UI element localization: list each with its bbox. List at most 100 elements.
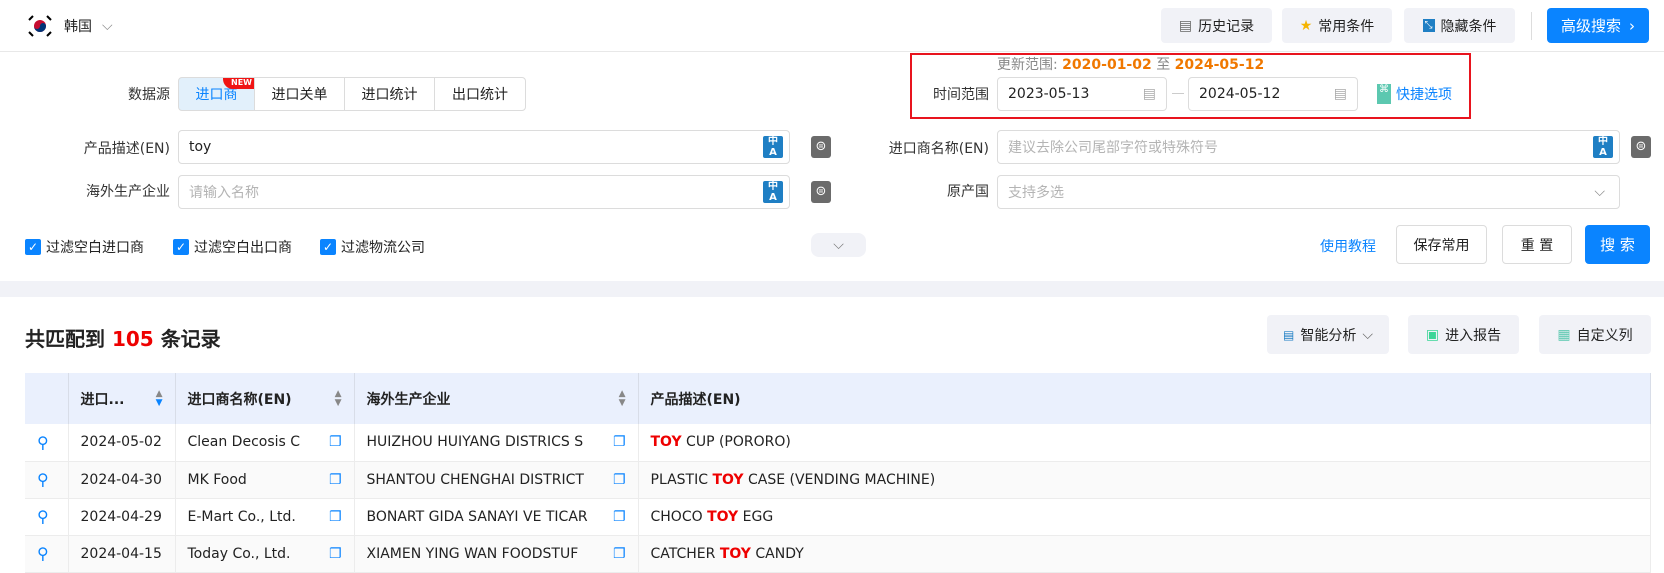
sort-icon[interactable]: ▲ ▼ xyxy=(156,389,163,408)
header-label: 海外生产企业 xyxy=(366,391,451,408)
tab-importer[interactable]: 进口商 NEW xyxy=(178,77,255,111)
search-icon[interactable]: ⚲ xyxy=(37,433,49,452)
quick-options-link[interactable]: ⌘ 快捷选项 xyxy=(1377,84,1452,104)
header-label: 进口... xyxy=(80,391,125,408)
hide-conditions-button[interactable]: ⤡ 隐藏条件 xyxy=(1404,8,1515,43)
report-icon: ▣ xyxy=(1425,326,1440,343)
product-desc-value: toy xyxy=(189,139,212,155)
overseas-name[interactable]: SHANTOU CHENGHAI DISTRICT xyxy=(367,472,584,488)
tab-label: 进口关单 xyxy=(271,87,328,103)
tab-import-customs[interactable]: 进口关单 xyxy=(254,77,345,111)
desc-cell: PLASTIC TOY CASE (VENDING MACHINE) xyxy=(638,461,1651,499)
tab-import-stats[interactable]: 进口统计 xyxy=(344,77,435,111)
chevron-right-icon: › xyxy=(1629,16,1635,35)
importer-name[interactable]: MK Food xyxy=(188,472,247,488)
copy-icon[interactable]: ❐ xyxy=(329,472,342,488)
translate-icon[interactable]: 中A xyxy=(1593,136,1613,158)
tutorial-link[interactable]: 使用教程 xyxy=(1320,236,1376,256)
header-date[interactable]: 进口... ▲ ▼ xyxy=(68,373,176,424)
start-date-input[interactable]: 2023-05-13 ▤ xyxy=(997,77,1167,111)
datasource-label: 数据源 xyxy=(128,87,170,103)
new-badge: NEW xyxy=(223,78,254,89)
reset-button[interactable]: 重 置 xyxy=(1502,225,1572,264)
translate-icon[interactable]: 中A xyxy=(763,181,783,203)
row-detail-cell: ⚲ xyxy=(25,461,69,499)
korea-flag-icon xyxy=(28,15,52,37)
tab-label: 进口统计 xyxy=(361,87,418,103)
sort-icon[interactable]: ▲ ▼ xyxy=(335,389,342,408)
time-range-label: 时间范围 xyxy=(933,87,989,103)
search-mode-icon[interactable]: ⊜ xyxy=(1631,136,1651,158)
overseas-name[interactable]: BONART GIDA SANAYI VE TICAR xyxy=(367,509,588,525)
results-summary: 共匹配到 105 条记录 xyxy=(25,323,221,352)
importer-input[interactable]: 建议去除公司尾部字符或特殊符号 中 A xyxy=(997,130,1620,164)
top-bar: 韩国 ⌵ ▤ 历史记录 ★ 常用条件 ⤡ 隐藏条件 高级搜索 › xyxy=(0,0,1664,52)
calendar-icon: ▤ xyxy=(1142,86,1156,102)
importer-name[interactable]: E-Mart Co., Ltd. xyxy=(188,509,296,525)
table-row[interactable]: ⚲ 2024-04-29 E-Mart Co., Ltd. ❐ BONART GI… xyxy=(25,498,1651,536)
header-overseas[interactable]: 海外生产企业 ▲ ▼ xyxy=(354,373,639,424)
update-range-sep: 至 xyxy=(1156,57,1171,73)
desc-cell: TOY CUP (PORORO) xyxy=(638,424,1651,462)
columns-icon: ▦ xyxy=(1557,326,1571,343)
smart-analysis-button[interactable]: ▤ 智能分析 ⌵ xyxy=(1267,315,1389,354)
search-mode-icon[interactable]: ⊜ xyxy=(811,181,831,203)
table-row[interactable]: ⚲ 2024-05-02 Clean Decosis C ❐ HUIZHOU HU… xyxy=(25,424,1651,462)
importer-name[interactable]: Today Co., Ltd. xyxy=(188,546,291,562)
table-row[interactable]: ⚲ 2024-04-30 MK Food ❐ SHANTOU CHENGHAI D… xyxy=(25,461,1651,499)
importer-name[interactable]: Clean Decosis C xyxy=(188,434,301,450)
search-icon[interactable]: ⚲ xyxy=(37,544,49,563)
overseas-input[interactable]: 请输入名称 中 A xyxy=(178,175,790,209)
overseas-cell: BONART GIDA SANAYI VE TICAR ❐ xyxy=(354,498,639,536)
tab-export-stats[interactable]: 出口统计 xyxy=(434,77,526,111)
update-range-label: 更新范围: xyxy=(997,57,1058,73)
desc-text: CHOCO xyxy=(650,508,708,525)
origin-select[interactable]: 支持多选 ⌵ xyxy=(997,175,1620,209)
sort-icon[interactable]: ▲ ▼ xyxy=(619,389,626,408)
save-favorites-button[interactable]: 保存常用 xyxy=(1396,225,1487,264)
filter-logistics-checkbox[interactable]: ✓ 过滤物流公司 xyxy=(320,237,425,257)
chevron-down-icon: ⌵ xyxy=(833,237,844,253)
results-prefix: 共匹配到 xyxy=(25,327,105,351)
section-divider xyxy=(0,281,1664,297)
bi-icon: ▤ xyxy=(1283,327,1295,342)
search-button[interactable]: 搜 索 xyxy=(1585,225,1650,264)
copy-icon[interactable]: ❐ xyxy=(613,509,626,525)
report-button[interactable]: ▣ 进入报告 xyxy=(1408,315,1519,354)
table-header-row: 进口... ▲ ▼ 进口商名称(EN) ▲ ▼ 海外生产企业 ▲ ▼ 产品描述(EN) xyxy=(25,373,1651,424)
search-icon[interactable]: ⚲ xyxy=(37,507,49,526)
analysis-label: 智能分析 xyxy=(1300,327,1357,344)
table-row[interactable]: ⚲ 2024-04-15 Today Co., Ltd. ❐ XIAMEN YIN… xyxy=(25,535,1651,573)
end-date-input[interactable]: 2024-05-12 ▤ xyxy=(1188,77,1358,111)
search-mode-icon[interactable]: ⊜ xyxy=(811,136,831,158)
product-desc-input[interactable]: toy 中 A xyxy=(178,130,790,164)
search-icon[interactable]: ⚲ xyxy=(37,470,49,489)
filter-blank-importer-checkbox[interactable]: ✓ 过滤空白进口商 xyxy=(25,237,144,257)
importer-cell: E-Mart Co., Ltd. ❐ xyxy=(175,498,355,536)
country-selector[interactable]: 韩国 ⌵ xyxy=(64,16,113,36)
copy-icon[interactable]: ❐ xyxy=(329,546,342,562)
filter-blank-exporter-checkbox[interactable]: ✓ 过滤空白出口商 xyxy=(173,237,292,257)
header-label: 进口商名称(EN) xyxy=(187,391,292,408)
overseas-name[interactable]: HUIZHOU HUIYANG DISTRICS S xyxy=(367,434,584,450)
favorites-button[interactable]: ★ 常用条件 xyxy=(1282,8,1392,43)
copy-icon[interactable]: ❐ xyxy=(613,434,626,450)
copy-icon[interactable]: ❐ xyxy=(613,472,626,488)
copy-icon[interactable]: ❐ xyxy=(329,434,342,450)
advanced-search-label: 高级搜索 xyxy=(1560,17,1621,35)
header-importer[interactable]: 进口商名称(EN) ▲ ▼ xyxy=(175,373,355,424)
header-action xyxy=(25,373,69,424)
copy-icon[interactable]: ❐ xyxy=(613,546,626,562)
advanced-search-button[interactable]: 高级搜索 › xyxy=(1547,8,1649,43)
expand-filters-button[interactable]: ⌵ xyxy=(811,233,866,257)
custom-columns-button[interactable]: ▦ 自定义列 xyxy=(1539,315,1651,354)
copy-icon[interactable]: ❐ xyxy=(329,509,342,525)
desc-cell: CHOCO TOY EGG xyxy=(638,498,1651,536)
date-cell: 2024-04-30 xyxy=(68,461,176,499)
origin-label: 原产国 xyxy=(947,184,989,200)
translate-icon[interactable]: 中A xyxy=(763,136,783,158)
date-cell: 2024-05-02 xyxy=(68,424,176,462)
overseas-name[interactable]: XIAMEN YING WAN FOODSTUF xyxy=(367,546,579,562)
importer-cell: MK Food ❐ xyxy=(175,461,355,499)
history-button[interactable]: ▤ 历史记录 xyxy=(1161,8,1272,43)
